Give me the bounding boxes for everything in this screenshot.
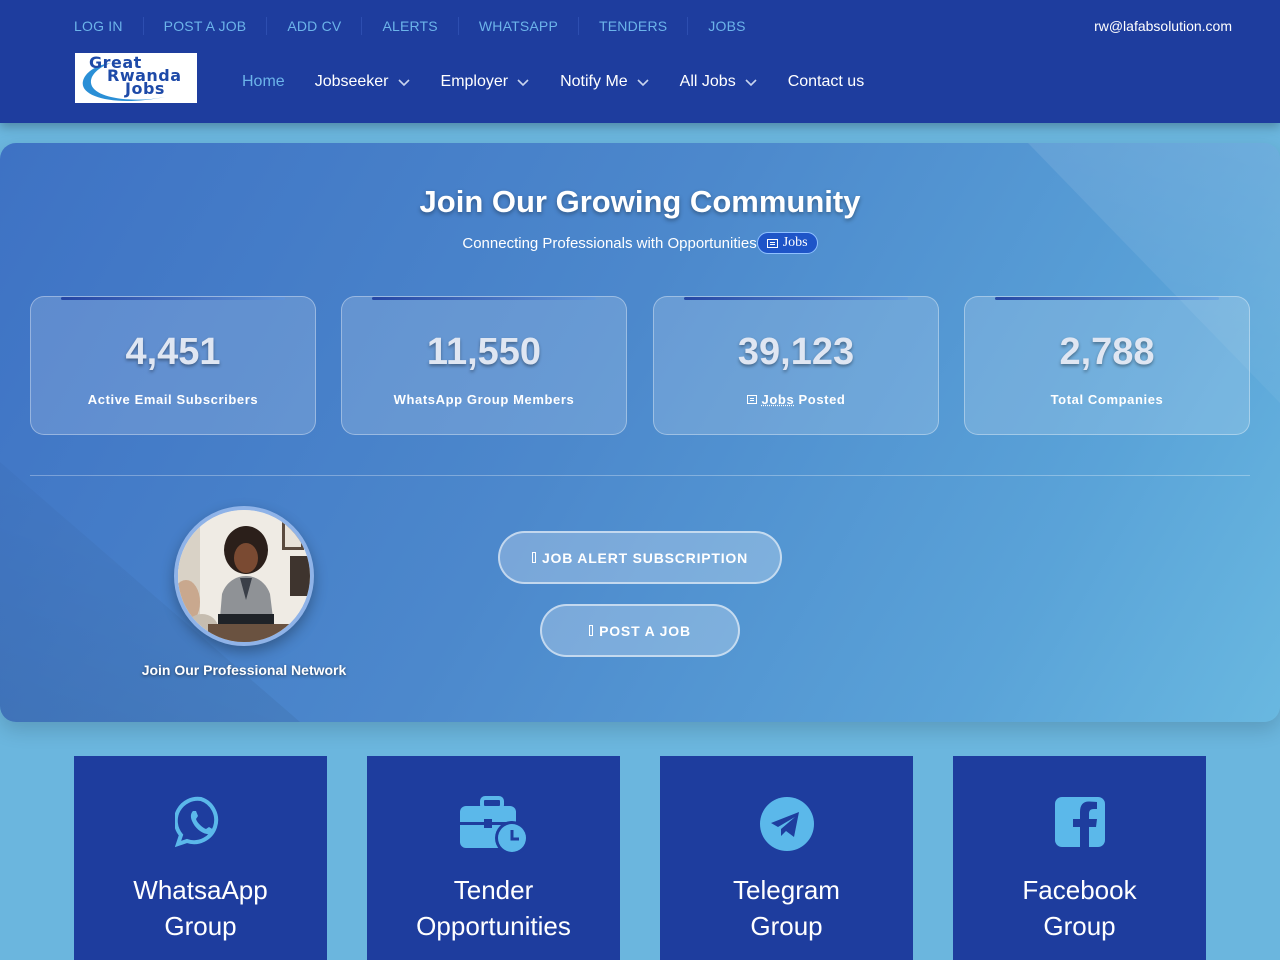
logo-text-jobs: Jobs [125,79,165,98]
card-telegram-group[interactable]: Telegram Group [660,756,913,960]
hero-subtitle: Connecting Professionals with Opportunit… [0,232,1280,255]
card-title: Telegram Group [660,872,913,944]
card-icon-wrap [953,796,1206,856]
stat-accent-bar [684,297,908,300]
jobs-pill-label: Jobs [782,235,808,250]
card-title-line1: Telegram [733,875,840,905]
nav-alljobs-label: All Jobs [679,73,736,90]
stat-label: Jobs Posted [654,392,938,407]
contact-email[interactable]: rw@lafabsolution.com [1094,17,1232,35]
stat-accent-bar [372,297,596,300]
nav-notify[interactable]: Notify Me [560,72,650,92]
stat-value: 11,550 [426,331,542,373]
briefcase-icon [589,625,594,636]
stat-value: 39,123 [737,331,855,373]
chevron-down-icon [517,79,529,87]
newspaper-icon [766,238,778,248]
card-title-line1: Facebook [1022,875,1137,905]
stat-accent-bar [61,297,285,300]
top-links: LOG IN POST A JOB ADD CV ALERTS WHATSAPP… [74,17,766,35]
nav-employer-label: Employer [440,73,509,90]
card-title-line1: Tender [453,875,534,905]
add-cv-link[interactable]: ADD CV [266,17,361,35]
nav-contact[interactable]: Contact us [788,72,864,92]
tenders-link[interactable]: TENDERS [578,17,687,35]
stat-card-email: 4,451 Active Email Subscribers [30,296,316,435]
card-title-line2: Group [750,911,823,941]
nav-alljobs[interactable]: All Jobs [680,72,758,92]
card-facebook-group[interactable]: Facebook Group [953,756,1206,960]
nav-employer[interactable]: Employer [441,72,531,92]
stat-card-jobs: 39,123 Jobs Posted [653,296,939,435]
nav-contact-label: Contact us [787,73,865,90]
stat-label: WhatsApp Group Members [393,392,575,407]
divider [30,475,1250,476]
card-title-line1: WhatsaApp [133,875,268,905]
main-nav: Home Jobseeker Employer Notify Me All Jo… [242,72,894,92]
card-title-line2: Opportunities [416,911,571,941]
card-tender-opportunities[interactable]: Tender Opportunities [367,756,620,960]
card-icon-wrap [74,796,327,856]
facebook-icon [1054,797,1105,847]
nav-home-label: Home [242,73,285,90]
site-header: LOG IN POST A JOB ADD CV ALERTS WHATSAPP… [0,0,1280,123]
job-alert-label: JOB ALERT SUBSCRIPTION [541,549,749,566]
hero-subtitle-text: Connecting Professionals with Opportunit… [462,234,757,252]
chevron-down-icon [397,79,410,87]
newspaper-icon [746,395,757,404]
stat-label: Active Email Subscribers [87,392,259,407]
professional-avatar [174,506,314,646]
nav-home[interactable]: Home [242,72,285,92]
chevron-down-icon [745,79,757,87]
jobs-pill[interactable]: Jobs [756,232,818,254]
stat-card-whatsapp: 11,550 WhatsApp Group Members [341,296,627,435]
briefcase-clock-icon [459,796,529,855]
card-title: Facebook Group [953,872,1206,944]
whatsapp-icon [174,796,218,848]
card-whatsapp-group[interactable]: WhatsaApp Group [74,756,327,960]
hero-title: Join Our Growing Community [419,184,861,219]
jobs-link[interactable]: JOBS [687,17,765,35]
stat-label-jobs: Jobs [761,392,795,407]
nav-notify-label: Notify Me [560,73,628,90]
login-link[interactable]: LOG IN [74,17,143,35]
avatar-caption: Join Our Professional Network [141,662,347,678]
job-alert-subscription-button[interactable]: JOB ALERT SUBSCRIPTION [498,531,782,584]
whatsapp-link[interactable]: WHATSAPP [457,17,578,35]
nav-jobseeker[interactable]: Jobseeker [315,72,411,92]
alerts-link[interactable]: ALERTS [361,17,457,35]
card-title: Tender Opportunities [367,872,620,944]
card-title-line2: Group [164,911,237,941]
stat-accent-bar [995,297,1219,300]
chevron-down-icon [637,79,649,87]
stat-label-posted: Posted [794,392,846,407]
stat-label: Total Companies [1050,392,1164,407]
stat-value: 4,451 [125,331,221,373]
card-title: WhatsaApp Group [74,872,327,944]
post-job-label: POST A JOB [599,622,691,639]
stat-card-companies: 2,788 Total Companies [964,296,1250,435]
post-job-button[interactable]: POST A JOB [540,604,740,657]
stat-value: 2,788 [1059,331,1155,373]
card-title-line2: Group [1043,911,1116,941]
post-job-link[interactable]: POST A JOB [142,17,267,35]
card-icon-wrap [367,796,620,856]
nav-jobseeker-label: Jobseeker [314,73,389,90]
telegram-icon [759,797,814,851]
card-icon-wrap [660,796,913,856]
bell-icon [531,552,536,563]
site-logo[interactable]: Great Rwanda Jobs [75,53,197,103]
professional-photo [178,510,310,642]
community-hero: Join Our Growing Community Connecting Pr… [0,143,1280,722]
